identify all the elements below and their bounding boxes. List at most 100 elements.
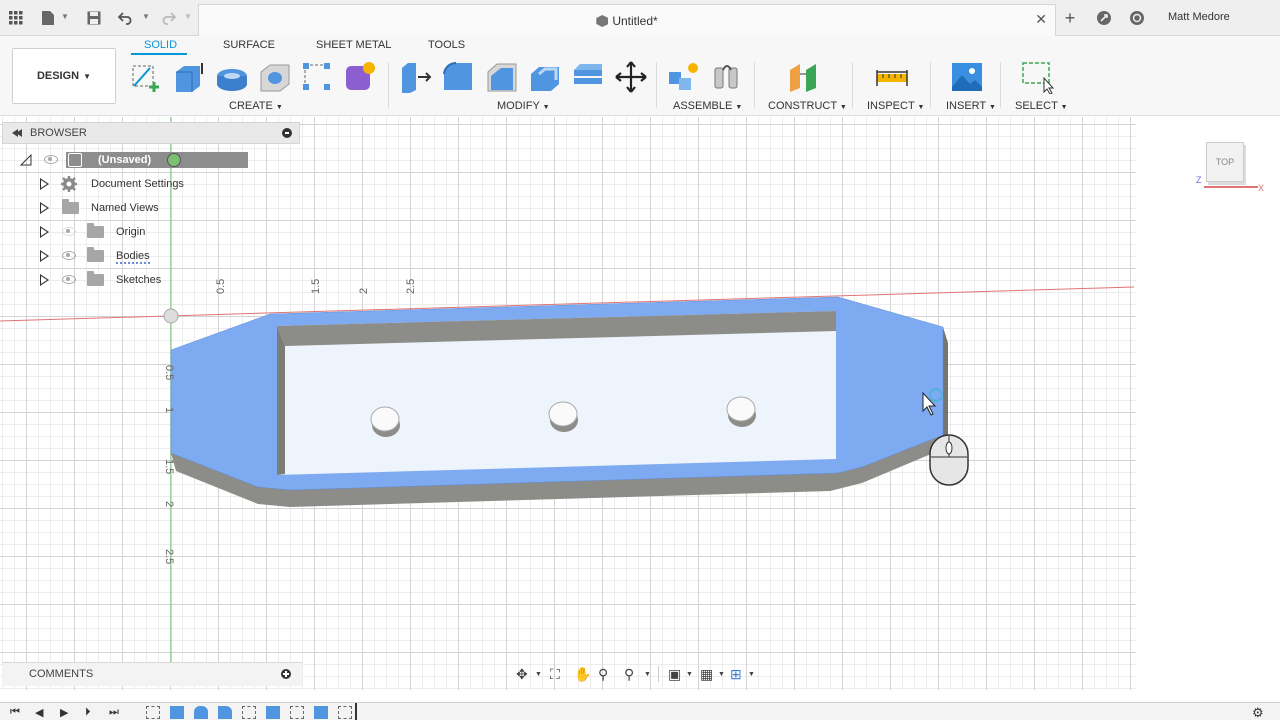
zoom-icon[interactable]: ⚲ (598, 666, 608, 683)
pin[interactable] (726, 396, 756, 427)
step-forward-icon[interactable]: ⏵ (85, 706, 91, 719)
tree-item-sketches[interactable]: Sketches (2, 268, 302, 292)
tree-item-label: Document Settings (91, 178, 184, 190)
timeline-extrude-icon[interactable] (170, 706, 184, 719)
timeline-sketch-icon[interactable] (338, 706, 352, 719)
expand-triangle-icon[interactable] (40, 202, 49, 214)
visibility-eye-icon[interactable] (44, 155, 58, 164)
offset-plane-icon[interactable] (787, 60, 821, 94)
save-icon[interactable] (84, 8, 104, 28)
workspace-switcher[interactable]: DESIGN ▼ (12, 48, 116, 104)
grid-menu-icon[interactable] (6, 8, 26, 28)
viewcube-face[interactable]: TOP (1206, 142, 1244, 182)
measure-icon[interactable] (875, 60, 909, 94)
hidden-eye-icon[interactable] (62, 227, 76, 236)
move-icon[interactable] (614, 60, 648, 94)
combine-icon[interactable] (571, 60, 605, 94)
modify-menu[interactable]: MODIFY ▼ (497, 100, 550, 112)
timeline-marker[interactable] (355, 703, 357, 720)
undo-caret-icon[interactable]: ▼ (142, 12, 150, 21)
timeline-extrude-icon[interactable] (314, 706, 328, 719)
pattern-icon[interactable] (300, 60, 334, 94)
undo-icon[interactable] (116, 8, 136, 28)
inspect-menu[interactable]: INSPECT ▼ (867, 100, 924, 112)
pin[interactable] (548, 401, 578, 432)
viewports-caret-icon[interactable]: ▼ (748, 671, 755, 678)
close-tab-icon[interactable]: ✕ (1035, 11, 1047, 28)
comments-panel[interactable]: COMMENTS (2, 662, 302, 686)
shell-icon[interactable] (528, 60, 562, 94)
fillet-icon[interactable] (441, 60, 475, 94)
expand-triangle-icon[interactable] (40, 226, 49, 238)
assemble-menu[interactable]: ASSEMBLE ▼ (673, 100, 742, 112)
grid-settings-icon[interactable]: ▦ (700, 666, 713, 683)
go-to-start-icon[interactable]: ⏮ (10, 706, 20, 719)
create-menu[interactable]: CREATE ▼ (229, 100, 283, 112)
new-tab-icon[interactable]: + (1060, 8, 1080, 28)
select-menu[interactable]: SELECT ▼ (1015, 100, 1068, 112)
user-name[interactable]: Matt Medore (1168, 11, 1230, 23)
timeline-sketch-icon[interactable] (146, 706, 160, 719)
timeline-fillet-icon[interactable] (194, 706, 208, 719)
redo-caret-icon[interactable]: ▼ (184, 12, 192, 21)
tab-solid[interactable]: SOLID (144, 39, 177, 51)
active-check-icon[interactable] (167, 153, 181, 167)
extrude-icon[interactable] (172, 60, 206, 94)
look-at-icon[interactable]: ⛶ (550, 666, 560, 683)
tree-item-bodies[interactable]: Bodies (2, 244, 302, 268)
tree-item-named-views[interactable]: Named Views (2, 196, 302, 220)
tree-item-origin[interactable]: Origin (2, 220, 302, 244)
timeline-fillet-icon[interactable] (218, 706, 232, 719)
pin[interactable] (370, 406, 400, 437)
display-settings-icon[interactable]: ▣ (668, 666, 681, 683)
tab-surface[interactable]: SURFACE (223, 39, 275, 51)
redo-icon[interactable] (158, 8, 178, 28)
timeline-settings-gear-icon[interactable]: ⚙ (1252, 705, 1264, 720)
chamfer-icon[interactable] (485, 60, 519, 94)
go-to-end-icon[interactable]: ⏭ (109, 706, 119, 719)
file-menu-caret-icon[interactable]: ▼ (61, 12, 69, 21)
orbit-icon[interactable]: ✥ (516, 666, 528, 683)
new-component-icon[interactable] (667, 60, 701, 94)
expand-triangle-icon[interactable] (40, 250, 49, 262)
timeline-sketch-icon[interactable] (290, 706, 304, 719)
help-icon[interactable] (1127, 8, 1147, 28)
grid-caret-icon[interactable]: ▼ (718, 671, 725, 678)
visibility-eye-icon[interactable] (62, 251, 76, 260)
press-pull-icon[interactable] (398, 60, 432, 94)
job-status-icon[interactable] (1094, 8, 1114, 28)
tab-tools[interactable]: TOOLS (428, 39, 465, 51)
create-label: CREATE (229, 100, 273, 112)
tree-item-document-settings[interactable]: Document Settings (2, 172, 302, 196)
fit-icon[interactable]: ⚲ (624, 666, 634, 683)
visibility-eye-icon[interactable] (62, 275, 76, 284)
insert-menu[interactable]: INSERT ▼ (946, 100, 996, 112)
fit-caret-icon[interactable]: ▼ (644, 671, 651, 678)
revolve-icon[interactable] (215, 60, 249, 94)
viewcube[interactable]: TOP X Z (1196, 142, 1266, 194)
hole-icon[interactable] (258, 60, 292, 94)
insert-image-icon[interactable] (950, 60, 984, 94)
display-caret-icon[interactable]: ▼ (686, 671, 693, 678)
pan-icon[interactable]: ✋ (574, 666, 591, 683)
joint-icon[interactable] (710, 60, 744, 94)
create-form-icon[interactable] (343, 60, 377, 94)
expanded-triangle-icon[interactable] (20, 154, 32, 166)
file-icon[interactable] (38, 8, 58, 28)
origin-point (163, 308, 179, 324)
browser-header[interactable]: BROWSER (2, 122, 300, 144)
step-back-icon[interactable]: ◀ (35, 706, 43, 719)
tree-root[interactable]: (Unsaved) (2, 148, 302, 172)
document-tab[interactable]: Untitled* ✕ (198, 4, 1056, 36)
play-icon[interactable]: ▶ (60, 706, 68, 719)
expand-triangle-icon[interactable] (40, 274, 49, 286)
timeline-extrude-icon[interactable] (266, 706, 280, 719)
construct-menu[interactable]: CONSTRUCT ▼ (768, 100, 847, 112)
create-sketch-icon[interactable] (130, 60, 164, 94)
orbit-caret-icon[interactable]: ▼ (535, 671, 542, 678)
expand-triangle-icon[interactable] (40, 178, 49, 190)
tab-sheet-metal[interactable]: SHEET METAL (316, 39, 391, 51)
timeline-sketch-icon[interactable] (242, 706, 256, 719)
window-select-icon[interactable] (1020, 60, 1054, 94)
viewports-icon[interactable]: ⊞ (730, 666, 742, 683)
